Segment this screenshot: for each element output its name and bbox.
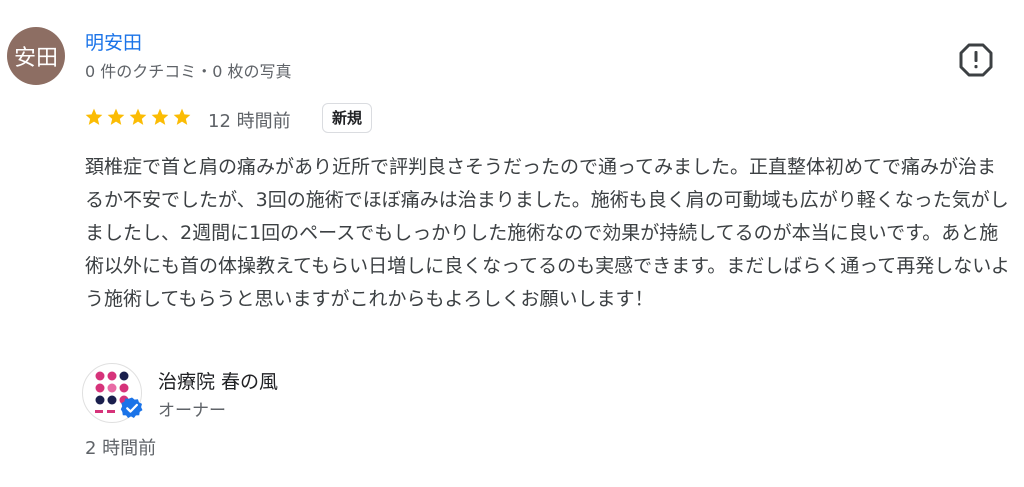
review-time: 12 時間前 — [208, 111, 291, 132]
reviewer-avatar[interactable]: 安田 — [7, 27, 65, 85]
reviewer-meta: 0 件のクチコミ・0 枚の写真 — [85, 62, 292, 81]
owner-role: オーナー — [158, 401, 226, 421]
star-icon — [151, 108, 169, 125]
star-icon — [173, 108, 191, 125]
review-text: 頚椎症で首と肩の痛みがあり近所で評判良さそうだったので通ってみました。正直整体初… — [85, 156, 1010, 310]
reviewer-name[interactable]: 明安田 — [85, 28, 142, 55]
report-icon[interactable] — [958, 42, 994, 78]
star-rating — [84, 107, 192, 127]
reply-time: 2 時間前 — [85, 438, 157, 459]
star-icon — [129, 108, 147, 125]
star-icon — [107, 108, 125, 125]
new-badge: 新規 — [322, 103, 373, 133]
verified-check-icon — [120, 397, 143, 418]
owner-name[interactable]: 治療院 春の風 — [158, 367, 278, 394]
star-icon — [85, 108, 103, 125]
